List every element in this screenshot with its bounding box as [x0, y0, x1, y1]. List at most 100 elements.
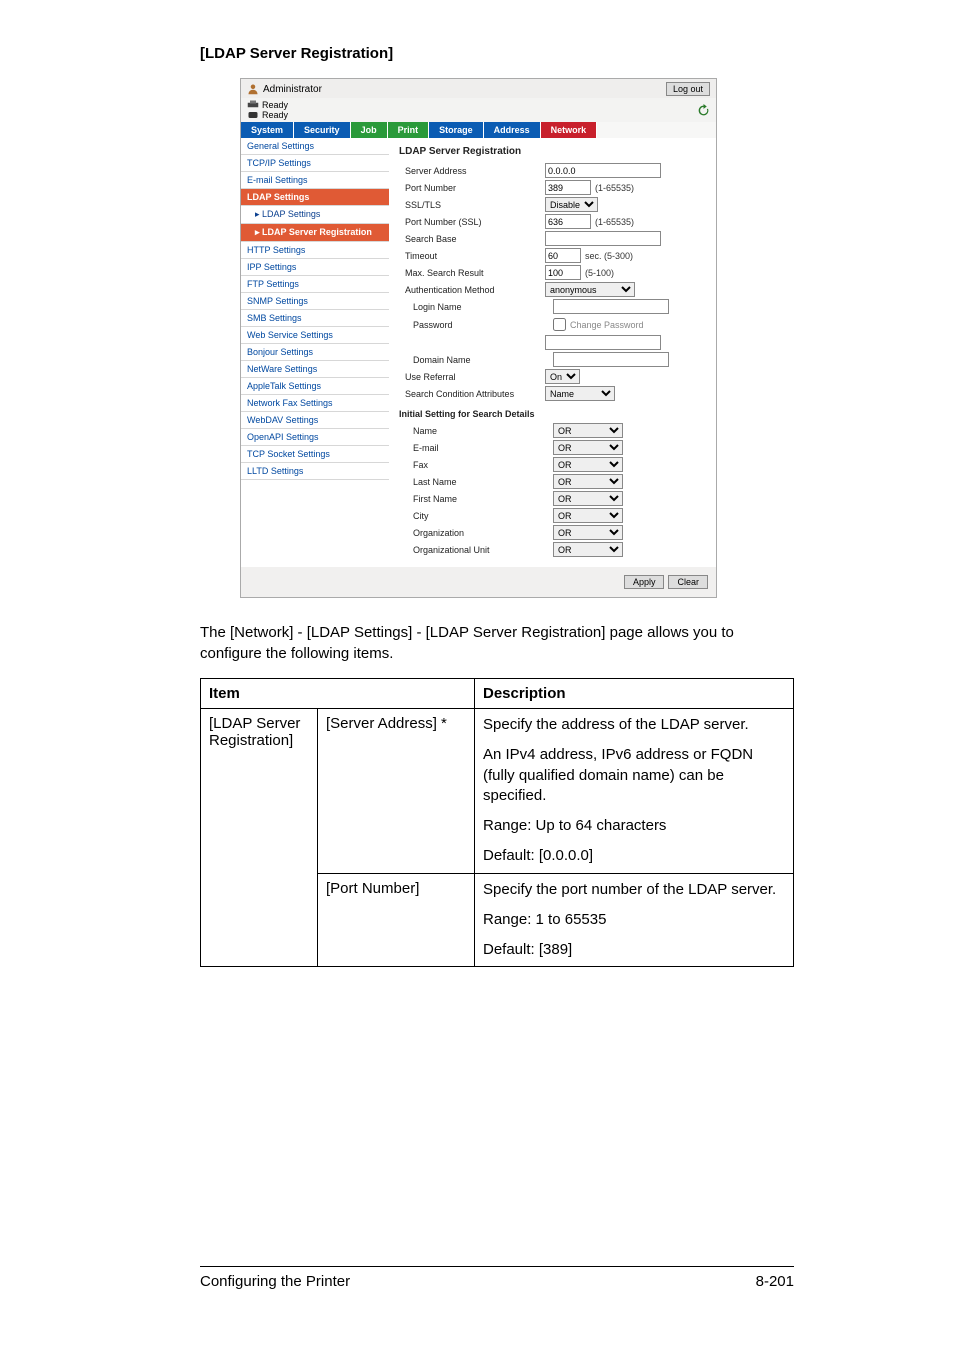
footer-right: 8-201	[756, 1273, 794, 1290]
admin-icon	[247, 83, 259, 95]
lbl-max: Max. Search Result	[399, 268, 545, 278]
tab-print[interactable]: Print	[388, 122, 430, 138]
select-auth[interactable]: anonymous	[545, 282, 635, 297]
lbl-change-password: Change Password	[570, 320, 644, 330]
side-smb[interactable]: SMB Settings	[241, 310, 389, 327]
footer-left: Configuring the Printer	[200, 1273, 350, 1290]
p-sa-2: An IPv4 address, IPv6 address or FQDN (f…	[483, 745, 785, 806]
lbl-domain: Domain Name	[399, 355, 553, 365]
lbl-city: City	[399, 511, 553, 521]
side-general[interactable]: General Settings	[241, 138, 389, 155]
printer-icon	[247, 100, 259, 110]
side-bonjour[interactable]: Bonjour Settings	[241, 344, 389, 361]
form-title: LDAP Server Registration	[399, 146, 706, 157]
hint-max: (5-100)	[585, 268, 614, 278]
printer-status: Ready	[262, 100, 288, 110]
spec-table: Item Description [LDAP Server Registrati…	[200, 678, 794, 967]
select-sca[interactable]: Name	[545, 386, 615, 401]
select-city[interactable]: OR	[553, 508, 623, 523]
tab-network[interactable]: Network	[541, 122, 598, 138]
clear-button[interactable]: Clear	[668, 575, 708, 589]
tab-bar: System Security Job Print Storage Addres…	[241, 122, 716, 138]
refresh-icon[interactable]	[697, 104, 710, 117]
lbl-orgu: Organizational Unit	[399, 545, 553, 555]
input-password[interactable]	[545, 335, 661, 350]
tab-storage[interactable]: Storage	[429, 122, 484, 138]
sidebar: General Settings TCP/IP Settings E-mail …	[241, 138, 389, 567]
app-screenshot: Administrator Log out Ready Ready System…	[240, 78, 717, 598]
side-tcpip[interactable]: TCP/IP Settings	[241, 155, 389, 172]
cell-port: [Port Number]	[318, 873, 475, 967]
p-sa-3: Range: Up to 64 characters	[483, 816, 785, 836]
cell-group: [LDAP Server Registration]	[201, 709, 318, 967]
lbl-emailf: E-mail	[399, 443, 553, 453]
side-netware[interactable]: NetWare Settings	[241, 361, 389, 378]
input-domain[interactable]	[553, 352, 669, 367]
tab-address[interactable]: Address	[484, 122, 541, 138]
page-section-heading: [LDAP Server Registration]	[200, 45, 794, 62]
logout-button[interactable]: Log out	[666, 82, 710, 96]
lbl-login: Login Name	[399, 302, 553, 312]
p-pn-3: Default: [389]	[483, 940, 785, 960]
th-desc: Description	[475, 679, 794, 709]
lbl-ssl: SSL/TLS	[399, 200, 545, 210]
chk-change-password[interactable]	[553, 318, 566, 331]
hint-portssl: (1-65535)	[595, 217, 634, 227]
select-org[interactable]: OR	[553, 525, 623, 540]
apply-button[interactable]: Apply	[624, 575, 665, 589]
side-openapi[interactable]: OpenAPI Settings	[241, 429, 389, 446]
side-email[interactable]: E-mail Settings	[241, 172, 389, 189]
p-sa-1: Specify the address of the LDAP server.	[483, 715, 785, 735]
select-emailf[interactable]: OR	[553, 440, 623, 455]
side-websvc[interactable]: Web Service Settings	[241, 327, 389, 344]
lbl-password: Password	[399, 320, 553, 330]
hint-port: (1-65535)	[595, 183, 634, 193]
cell-server-address-desc: Specify the address of the LDAP server. …	[475, 709, 794, 874]
side-ipp[interactable]: IPP Settings	[241, 259, 389, 276]
lbl-name: Name	[399, 426, 553, 436]
select-orgu[interactable]: OR	[553, 542, 623, 557]
tab-job[interactable]: Job	[351, 122, 388, 138]
input-port[interactable]	[545, 180, 591, 195]
side-webdav[interactable]: WebDAV Settings	[241, 412, 389, 429]
input-login[interactable]	[553, 299, 669, 314]
lbl-port: Port Number	[399, 183, 545, 193]
select-fax[interactable]: OR	[553, 457, 623, 472]
p-sa-4: Default: [0.0.0.0]	[483, 846, 785, 866]
select-name[interactable]: OR	[553, 423, 623, 438]
cell-server-address: [Server Address] *	[318, 709, 475, 874]
side-ldap-settings[interactable]: ▸ LDAP Settings	[241, 206, 389, 224]
select-ssl[interactable]: Disable	[545, 197, 598, 212]
toner-status: Ready	[262, 110, 288, 120]
lbl-org: Organization	[399, 528, 553, 538]
side-http[interactable]: HTTP Settings	[241, 242, 389, 259]
select-fname[interactable]: OR	[553, 491, 623, 506]
input-searchbase[interactable]	[545, 231, 661, 246]
side-tcpsock[interactable]: TCP Socket Settings	[241, 446, 389, 463]
input-portssl[interactable]	[545, 214, 591, 229]
lbl-server-address: Server Address	[399, 166, 545, 176]
side-ldap-registration[interactable]: ▸ LDAP Server Registration	[241, 224, 389, 242]
lbl-useref: Use Referral	[399, 372, 545, 382]
input-max[interactable]	[545, 265, 581, 280]
side-ldap[interactable]: LDAP Settings	[241, 189, 389, 206]
hint-timeout: sec. (5-300)	[585, 251, 633, 261]
select-useref[interactable]: On	[545, 369, 580, 384]
select-lname[interactable]: OR	[553, 474, 623, 489]
side-lltd[interactable]: LLTD Settings	[241, 463, 389, 480]
side-netfax[interactable]: Network Fax Settings	[241, 395, 389, 412]
side-ftp[interactable]: FTP Settings	[241, 276, 389, 293]
lbl-auth: Authentication Method	[399, 285, 545, 295]
tab-security[interactable]: Security	[294, 122, 351, 138]
input-timeout[interactable]	[545, 248, 581, 263]
side-appletalk[interactable]: AppleTalk Settings	[241, 378, 389, 395]
toner-icon	[247, 110, 259, 120]
lbl-fax: Fax	[399, 460, 553, 470]
p-pn-1: Specify the port number of the LDAP serv…	[483, 880, 785, 900]
input-server-address[interactable]	[545, 163, 661, 178]
p-pn-2: Range: 1 to 65535	[483, 910, 785, 930]
isd-title: Initial Setting for Search Details	[399, 409, 706, 419]
cell-port-desc: Specify the port number of the LDAP serv…	[475, 873, 794, 967]
tab-system[interactable]: System	[241, 122, 294, 138]
side-snmp[interactable]: SNMP Settings	[241, 293, 389, 310]
